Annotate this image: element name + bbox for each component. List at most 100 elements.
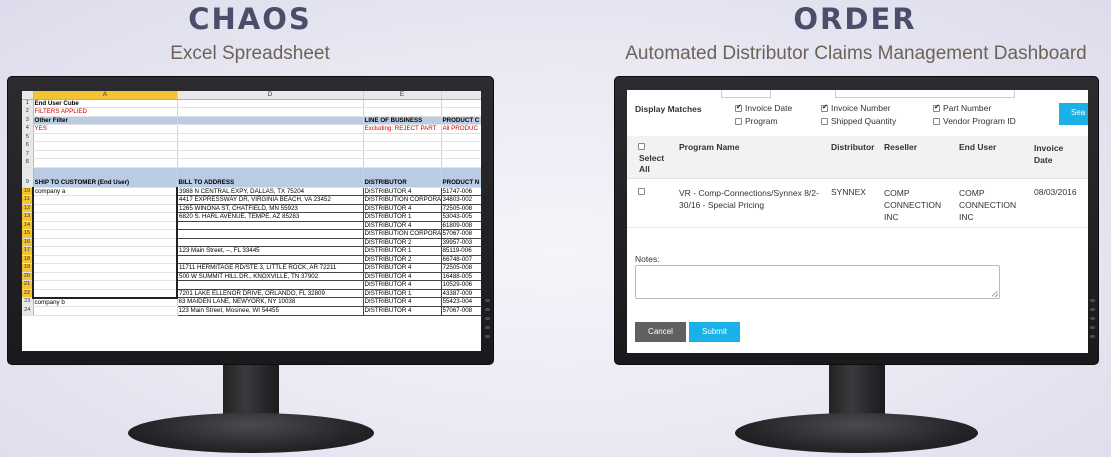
cell-e[interactable]: DISTRIBUTION CORPORA bbox=[362, 195, 442, 205]
cell-f[interactable]: 51747-006 bbox=[440, 186, 481, 196]
column-end-user[interactable]: End User bbox=[959, 142, 996, 152]
cell-f[interactable]: 61809-008 bbox=[440, 220, 481, 230]
filter-vendor-program-id[interactable]: Vendor Program ID bbox=[933, 116, 1016, 126]
cell-a[interactable]: End User Cube bbox=[33, 99, 178, 108]
column-reseller[interactable]: Reseller bbox=[884, 142, 917, 152]
checkbox-icon[interactable] bbox=[821, 118, 828, 125]
cell-a[interactable] bbox=[32, 229, 178, 239]
cell-f[interactable]: PRODUCT C bbox=[441, 116, 481, 125]
cell-d[interactable] bbox=[177, 133, 364, 142]
filter-program[interactable]: Program bbox=[735, 116, 778, 126]
cell-a[interactable] bbox=[32, 221, 178, 230]
checkbox-icon[interactable] bbox=[735, 103, 742, 112]
row-number[interactable]: 5 bbox=[22, 133, 34, 142]
cell-e[interactable]: DISTRIBUTOR bbox=[363, 167, 442, 188]
filter-part-number[interactable]: Part Number bbox=[933, 103, 991, 113]
checkbox-icon[interactable] bbox=[638, 143, 645, 150]
cell-d[interactable]: 11711 HERMITAGE RD/STE 3, LITTLE ROCK, A… bbox=[176, 263, 364, 273]
cell-d[interactable]: 6820 S. HARL AVENUE, TEMPE, AZ 85283 bbox=[176, 212, 364, 222]
cell-e[interactable]: DISTRIBUTOR 4 bbox=[362, 263, 442, 273]
row-number[interactable]: 13 bbox=[22, 212, 34, 222]
row-number[interactable]: 24 bbox=[22, 306, 34, 316]
cell-f[interactable]: 43387-009 bbox=[440, 288, 481, 298]
select-all-checkbox[interactable] bbox=[638, 141, 648, 151]
row-number[interactable]: 7 bbox=[22, 150, 34, 159]
cell-a[interactable] bbox=[32, 204, 178, 213]
search-button[interactable]: Sea bbox=[1059, 103, 1088, 125]
row-number[interactable]: 21 bbox=[22, 280, 34, 290]
cell-f[interactable] bbox=[441, 133, 481, 142]
cell-a[interactable]: FILTERS APPLIED bbox=[33, 107, 178, 117]
cell-e[interactable] bbox=[363, 141, 442, 151]
cell-d[interactable]: 83 MAIDEN LANE, NEWYORK, NY 10038 bbox=[176, 297, 364, 307]
cell-a[interactable]: company b bbox=[33, 297, 178, 307]
row-number[interactable]: 1 bbox=[22, 99, 34, 108]
row-number[interactable]: 2 bbox=[22, 107, 34, 117]
row-number[interactable]: 12 bbox=[22, 204, 34, 213]
cell-e[interactable]: DISTRIBUTOR 4 bbox=[362, 271, 442, 281]
cell-f[interactable]: 34803-002 bbox=[440, 195, 481, 205]
cell-a[interactable]: SHIP TO CUSTOMER (End User) bbox=[33, 167, 178, 188]
column-header-f[interactable] bbox=[441, 91, 481, 100]
row-number[interactable]: 17 bbox=[22, 246, 34, 256]
row-number[interactable]: 9 bbox=[22, 167, 34, 188]
cell-a[interactable] bbox=[32, 246, 178, 256]
row-checkbox[interactable] bbox=[638, 186, 648, 196]
cell-e[interactable]: DISTRIBUTOR 4 bbox=[362, 186, 442, 196]
cell-d[interactable]: 7201 LAKE ELLENOR DRIVE, ORLANDO, FL 328… bbox=[176, 288, 364, 298]
cell-e[interactable] bbox=[363, 107, 442, 117]
cell-d[interactable]: 123 Main Street, --, FL 33445 bbox=[176, 246, 364, 256]
cell-a[interactable] bbox=[33, 306, 178, 316]
cell-e[interactable]: DISTRIBUTOR 4 bbox=[362, 203, 442, 213]
cell-a[interactable] bbox=[32, 238, 178, 247]
cell-d[interactable] bbox=[176, 237, 364, 247]
cell-a[interactable] bbox=[32, 263, 178, 273]
cell-d[interactable] bbox=[177, 99, 364, 108]
cell-a[interactable] bbox=[32, 212, 178, 222]
cell-e[interactable] bbox=[363, 150, 442, 159]
row-number[interactable]: 11 bbox=[22, 195, 34, 205]
submit-button[interactable]: Submit bbox=[689, 322, 740, 342]
column-invoice-date[interactable]: Invoice Date bbox=[1034, 142, 1063, 166]
cell-d[interactable] bbox=[177, 158, 364, 168]
top-field-right[interactable] bbox=[835, 90, 1015, 98]
row-number[interactable]: 23 bbox=[22, 297, 34, 307]
cell-e[interactable]: DISTRIBUTION CORPORA bbox=[362, 229, 442, 239]
cell-f[interactable]: 57067-008 bbox=[440, 306, 481, 316]
cell-a[interactable] bbox=[33, 141, 178, 151]
filter-shipped-quantity[interactable]: Shipped Quantity bbox=[821, 116, 896, 126]
cell-d[interactable] bbox=[177, 150, 364, 159]
notes-textarea[interactable] bbox=[635, 265, 1000, 299]
cell-d[interactable]: BILL TO ADDRESS bbox=[177, 167, 364, 188]
column-header-a[interactable]: A bbox=[33, 91, 178, 100]
cell-a[interactable]: YES bbox=[33, 124, 178, 134]
cell-e[interactable]: DISTRIBUTOR 2 bbox=[362, 237, 442, 247]
cell-a[interactable] bbox=[33, 158, 178, 168]
cell-d[interactable]: 1265 WINONA ST, CHATFIELD, MN 55923 bbox=[176, 203, 364, 213]
cell-f[interactable]: PRODUCT N bbox=[441, 167, 481, 188]
cell-e[interactable] bbox=[363, 133, 442, 142]
cell-a[interactable] bbox=[32, 195, 178, 205]
cell-f[interactable]: 39957-003 bbox=[440, 237, 481, 247]
column-header-d[interactable]: D bbox=[177, 91, 364, 100]
top-field-left[interactable] bbox=[721, 90, 771, 98]
cell-f[interactable] bbox=[441, 141, 481, 151]
cancel-button[interactable]: Cancel bbox=[635, 322, 686, 342]
cell-e[interactable]: DISTRIBUTOR 1 bbox=[362, 246, 442, 256]
row-number[interactable]: 10 bbox=[22, 187, 34, 196]
column-header-e[interactable]: E bbox=[363, 91, 442, 100]
cell-a[interactable] bbox=[32, 255, 178, 264]
cell-a[interactable] bbox=[32, 280, 178, 290]
filter-invoice-number[interactable]: Invoice Number bbox=[821, 103, 891, 113]
column-program-name[interactable]: Program Name bbox=[679, 142, 739, 152]
row-number[interactable]: 16 bbox=[22, 238, 34, 247]
cell-e[interactable]: DISTRIBUTOR 1 bbox=[362, 288, 442, 298]
cell-f[interactable]: 85119-006 bbox=[440, 246, 481, 256]
cell-d[interactable] bbox=[177, 124, 364, 134]
cell-f[interactable]: 16488-005 bbox=[440, 271, 481, 281]
resize-grip-icon[interactable] bbox=[992, 291, 998, 297]
cell-d[interactable] bbox=[176, 220, 364, 230]
cell-a[interactable] bbox=[32, 289, 178, 299]
column-distributor[interactable]: Distributor bbox=[831, 142, 874, 152]
cell-f[interactable]: 72505-008 bbox=[440, 263, 481, 273]
